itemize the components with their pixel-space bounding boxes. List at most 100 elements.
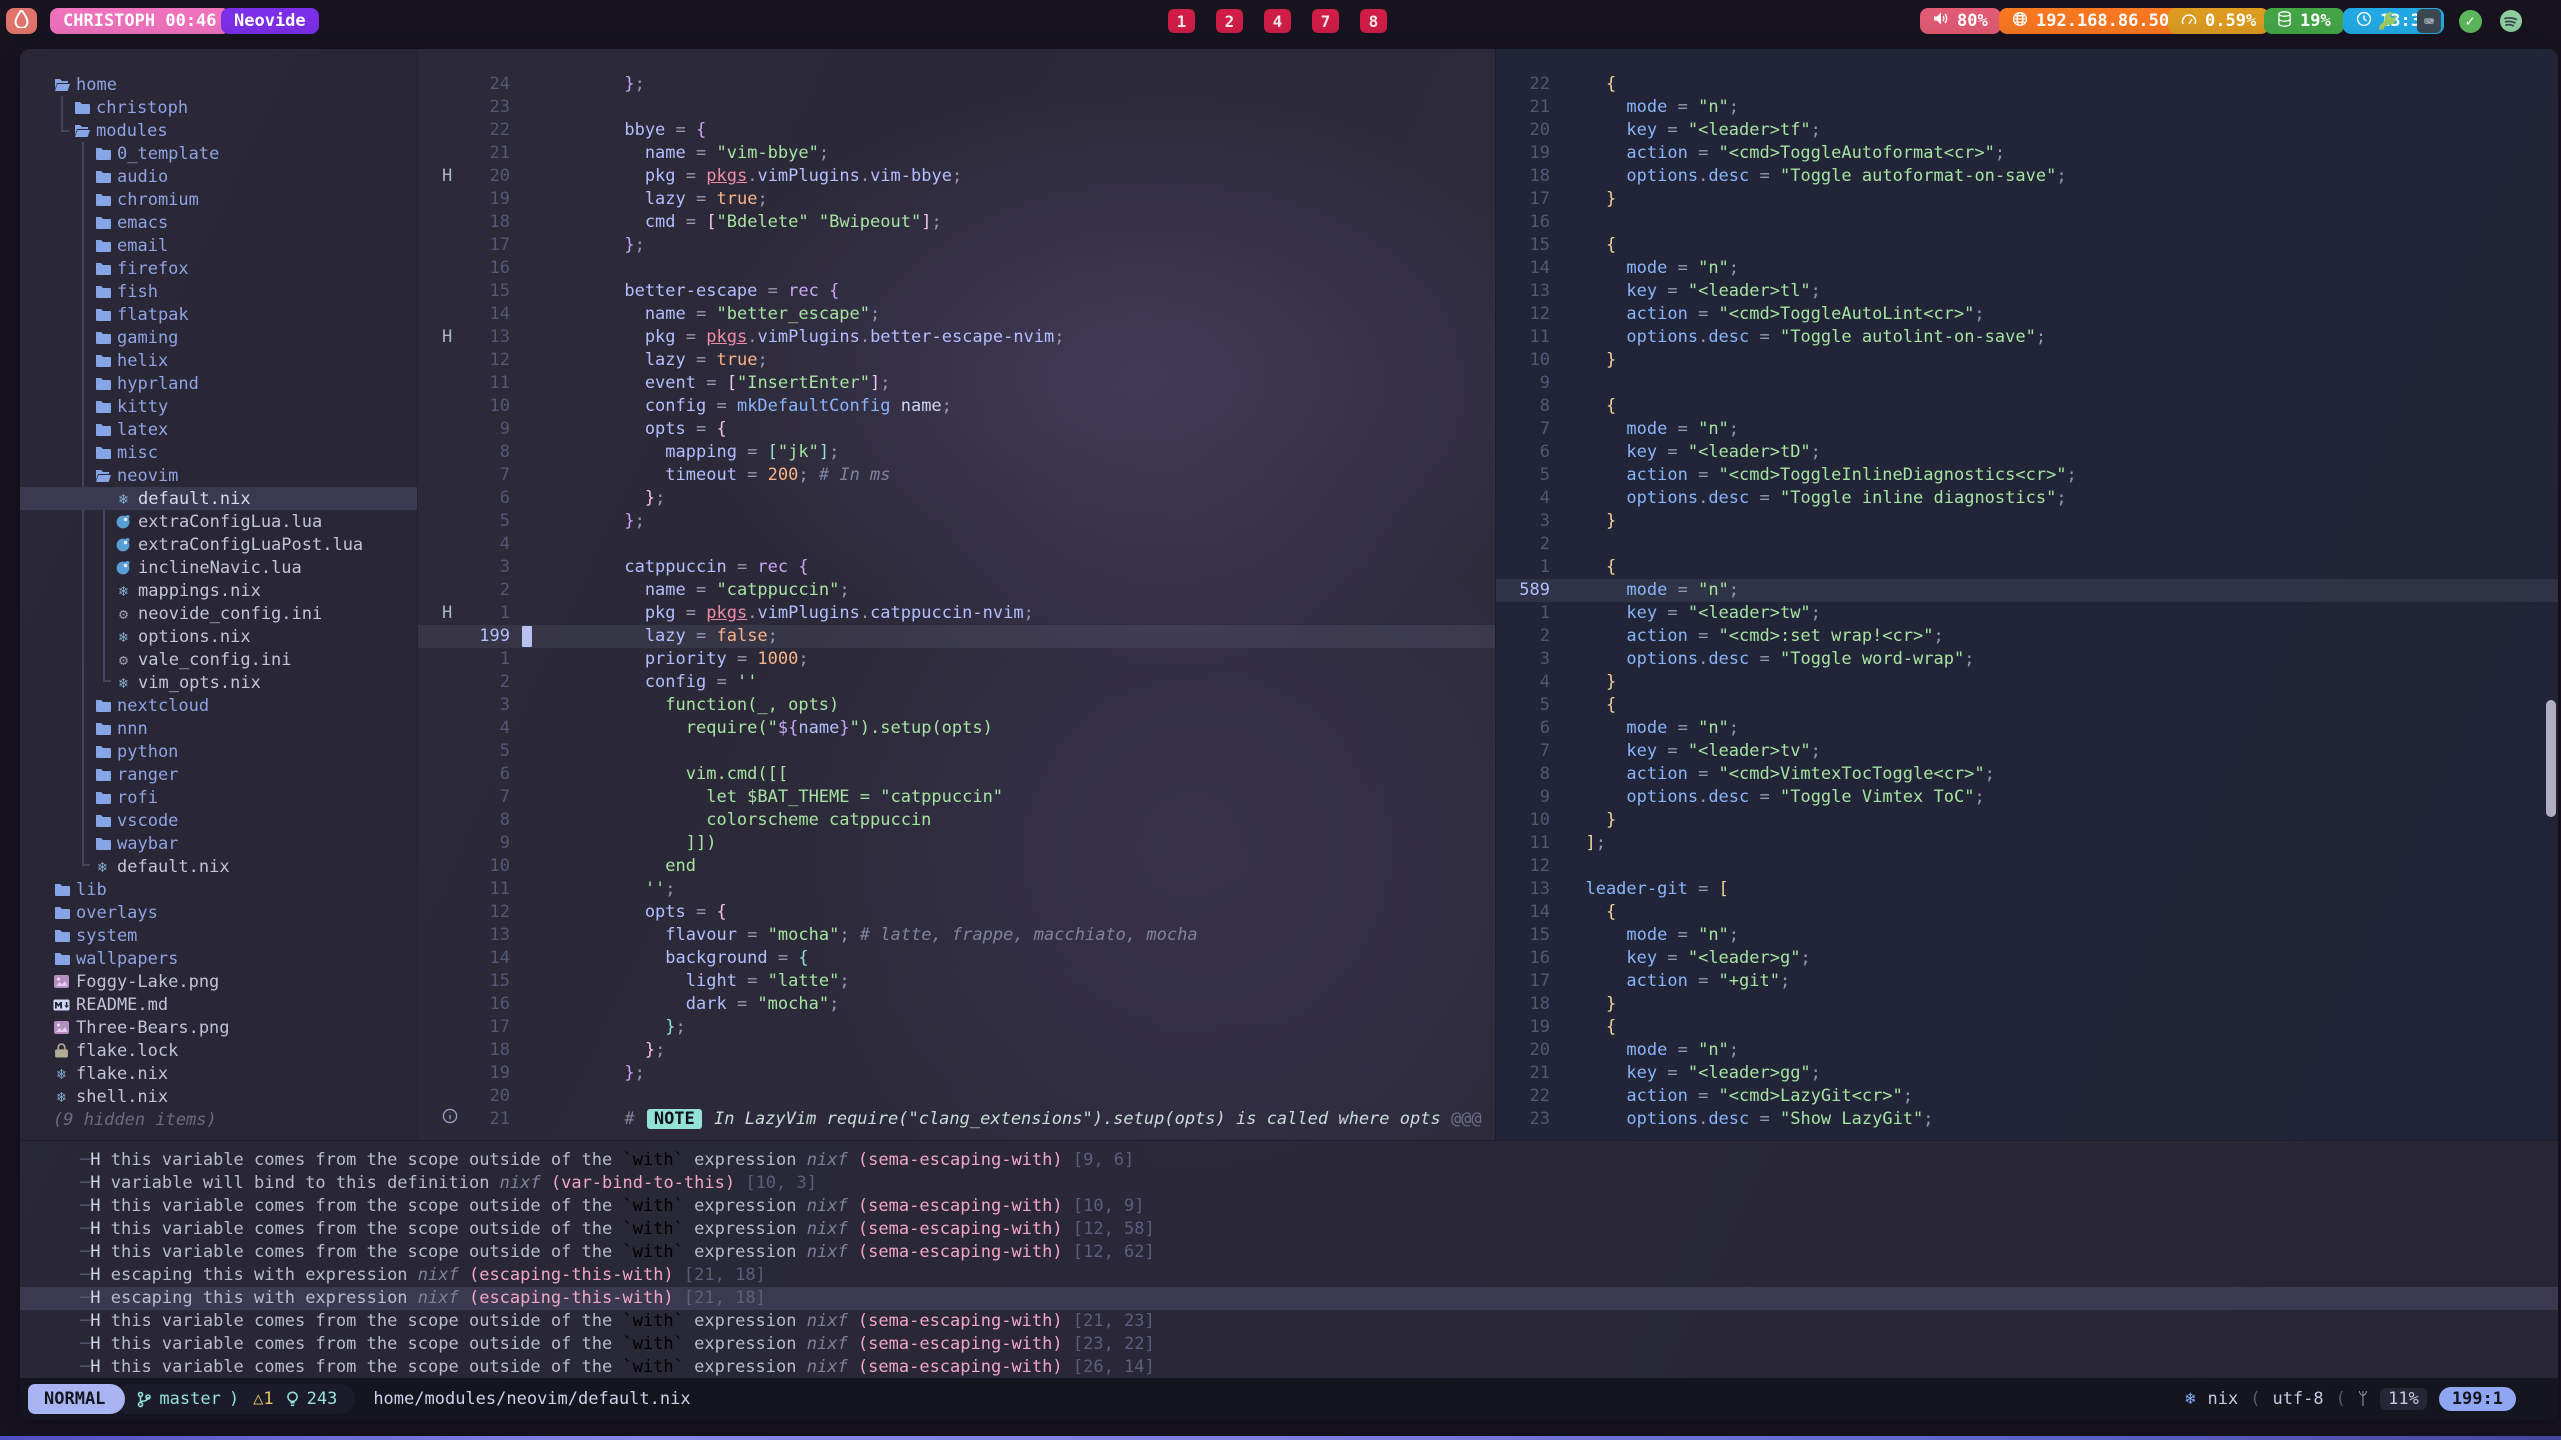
code-line[interactable]: 8 action = "<cmd>VimtexTocToggle<cr>"; [1496, 763, 2558, 786]
tree-row[interactable]: ❄flake.nix [20, 1062, 417, 1085]
tree-row[interactable]: flake.lock [20, 1039, 417, 1062]
code-line[interactable]: H20 pkg = pkgs.vimPlugins.vim-bbye; [418, 165, 1495, 188]
code-line[interactable]: 16 key = "<leader>g"; [1496, 947, 2558, 970]
code-line[interactable]: H13 pkg = pkgs.vimPlugins.better-escape-… [418, 326, 1495, 349]
volume-pill[interactable]: 80% [1920, 8, 2001, 34]
code-line[interactable]: 13 flavour = "mocha"; # latte, frappe, m… [418, 924, 1495, 947]
quickfix-row[interactable]: ─H escaping this with expression nixf (e… [20, 1264, 2558, 1287]
tree-row[interactable]: flatpak [20, 303, 417, 326]
code-line[interactable]: 12 [1496, 855, 2558, 878]
code-line[interactable]: 21 key = "<leader>gg"; [1496, 1062, 2558, 1085]
code-line[interactable]: 12 action = "<cmd>ToggleAutoLint<cr>"; [1496, 303, 2558, 326]
tree-row[interactable]: extraConfigLua.lua [20, 510, 417, 533]
tree-row[interactable]: Three-Bears.png [20, 1016, 417, 1039]
code-line[interactable]: 2 config = '' [418, 671, 1495, 694]
tree-row[interactable]: waybar [20, 832, 417, 855]
code-line[interactable]: 3 options.desc = "Toggle word-wrap"; [1496, 648, 2558, 671]
tree-row[interactable]: extraConfigLuaPost.lua [20, 533, 417, 556]
quickfix-row[interactable]: ─H this variable comes from the scope ou… [20, 1241, 2558, 1264]
keyboard-icon[interactable]: ⌨ [2417, 9, 2441, 33]
code-line[interactable]: 20 key = "<leader>tf"; [1496, 119, 2558, 142]
tree-row[interactable]: neovim [20, 464, 417, 487]
code-line[interactable]: 1 key = "<leader>tw"; [1496, 602, 2558, 625]
tree-row[interactable]: christoph [20, 96, 417, 119]
tree-row[interactable]: chromium [20, 188, 417, 211]
workspace-button-7[interactable]: 7 [1312, 9, 1339, 33]
code-line[interactable]: 5 [418, 740, 1495, 763]
code-line[interactable]: 2 [1496, 533, 2558, 556]
code-line[interactable]: 7 let $BAT_THEME = "catppuccin" [418, 786, 1495, 809]
tree-row[interactable]: overlays [20, 901, 417, 924]
tree-row[interactable]: lib [20, 878, 417, 901]
code-line[interactable]: 2 name = "catppuccin"; [418, 579, 1495, 602]
code-line[interactable]: 9 opts = { [418, 418, 1495, 441]
tree-row[interactable]: home [20, 73, 417, 96]
code-line[interactable]: 16 dark = "mocha"; [418, 993, 1495, 1016]
code-line[interactable]: 5 { [1496, 694, 2558, 717]
code-line[interactable]: 4 require("${name}").setup(opts) [418, 717, 1495, 740]
code-line[interactable]: 10 } [1496, 349, 2558, 372]
code-line[interactable]: 21 name = "vim-bbye"; [418, 142, 1495, 165]
code-line[interactable]: 14 name = "better_escape"; [418, 303, 1495, 326]
code-line[interactable]: 22 bbye = { [418, 119, 1495, 142]
code-line[interactable]: 4 options.desc = "Toggle inline diagnost… [1496, 487, 2558, 510]
tree-row[interactable]: vscode [20, 809, 417, 832]
code-line[interactable]: 9 options.desc = "Toggle Vimtex ToC"; [1496, 786, 2558, 809]
tree-row[interactable]: nextcloud [20, 694, 417, 717]
code-line[interactable]: 17 action = "+git"; [1496, 970, 2558, 993]
code-line[interactable]: 15 better-escape = rec { [418, 280, 1495, 303]
tree-row[interactable]: ❄options.nix [20, 625, 417, 648]
code-line[interactable]: 9 [1496, 372, 2558, 395]
code-line[interactable]: 17 }; [418, 234, 1495, 257]
code-line[interactable]: 19 { [1496, 1016, 2558, 1039]
active-app-pill[interactable]: Neovide [221, 8, 319, 34]
code-line[interactable]: 5 action = "<cmd>ToggleInlineDiagnostics… [1496, 464, 2558, 487]
code-line[interactable]: 7 mode = "n"; [1496, 418, 2558, 441]
quickfix-row[interactable]: ─H variable will bind to this definition… [20, 1172, 2558, 1195]
tree-row[interactable]: helix [20, 349, 417, 372]
code-line[interactable]: 8 { [1496, 395, 2558, 418]
cpu-load-pill[interactable]: 0.59% [2168, 8, 2269, 34]
code-line[interactable]: 8 mapping = ["jk"]; [418, 441, 1495, 464]
code-line[interactable]: 23 options.desc = "Show LazyGit"; [1496, 1108, 2558, 1131]
workspace-button-4[interactable]: 4 [1264, 9, 1291, 33]
user-clock-pill[interactable]: CHRISTOPH 00:46 [50, 8, 230, 34]
code-line[interactable]: 19 action = "<cmd>ToggleAutoformat<cr>"; [1496, 142, 2558, 165]
code-line[interactable]: 24 }; [418, 73, 1495, 96]
key-icon[interactable] [2376, 9, 2400, 33]
code-line[interactable]: 21 mode = "n"; [1496, 96, 2558, 119]
code-line[interactable]: 7 key = "<leader>tv"; [1496, 740, 2558, 763]
code-line[interactable]: 1 { [1496, 556, 2558, 579]
tree-row[interactable]: python [20, 740, 417, 763]
tree-row[interactable]: nnn [20, 717, 417, 740]
code-line[interactable]: 18 } [1496, 993, 2558, 1016]
tree-row[interactable]: modules [20, 119, 417, 142]
tree-row[interactable]: ❄mappings.nix [20, 579, 417, 602]
tree-row[interactable]: ⚙vale_config.ini [20, 648, 417, 671]
code-line[interactable]: 13 key = "<leader>tl"; [1496, 280, 2558, 303]
workspace-button-2[interactable]: 2 [1216, 9, 1243, 33]
quickfix-row[interactable]: ─H this variable comes from the scope ou… [20, 1333, 2558, 1356]
quickfix-row[interactable]: ─H this variable comes from the scope ou… [20, 1356, 2558, 1379]
code-line[interactable]: 10 end [418, 855, 1495, 878]
code-line[interactable]: 23 [418, 96, 1495, 119]
code-line[interactable]: 15 light = "latte"; [418, 970, 1495, 993]
code-line[interactable]: 9 ]]) [418, 832, 1495, 855]
code-line[interactable]: 19 lazy = true; [418, 188, 1495, 211]
code-line[interactable]: 1 priority = 1000; [418, 648, 1495, 671]
tree-row[interactable]: hyprland [20, 372, 417, 395]
code-line[interactable]: 18 cmd = ["Bdelete" "Bwipeout"]; [418, 211, 1495, 234]
code-line[interactable]: 3 function(_, opts) [418, 694, 1495, 717]
code-line[interactable]: 8 colorscheme catppuccin [418, 809, 1495, 832]
code-line[interactable]: 2 action = "<cmd>:set wrap!<cr>"; [1496, 625, 2558, 648]
code-line[interactable]: 22 action = "<cmd>LazyGit<cr>"; [1496, 1085, 2558, 1108]
tree-row[interactable]: Foggy-Lake.png [20, 970, 417, 993]
code-line[interactable]: 19 }; [418, 1062, 1495, 1085]
code-line[interactable]: 18 options.desc = "Toggle autoformat-on-… [1496, 165, 2558, 188]
tree-row[interactable]: email [20, 234, 417, 257]
code-line[interactable]: 15 mode = "n"; [1496, 924, 2558, 947]
tree-row[interactable]: latex [20, 418, 417, 441]
code-line[interactable]: 14 background = { [418, 947, 1495, 970]
code-line[interactable]: 12 lazy = true; [418, 349, 1495, 372]
tree-row[interactable]: ❄vim_opts.nix [20, 671, 417, 694]
